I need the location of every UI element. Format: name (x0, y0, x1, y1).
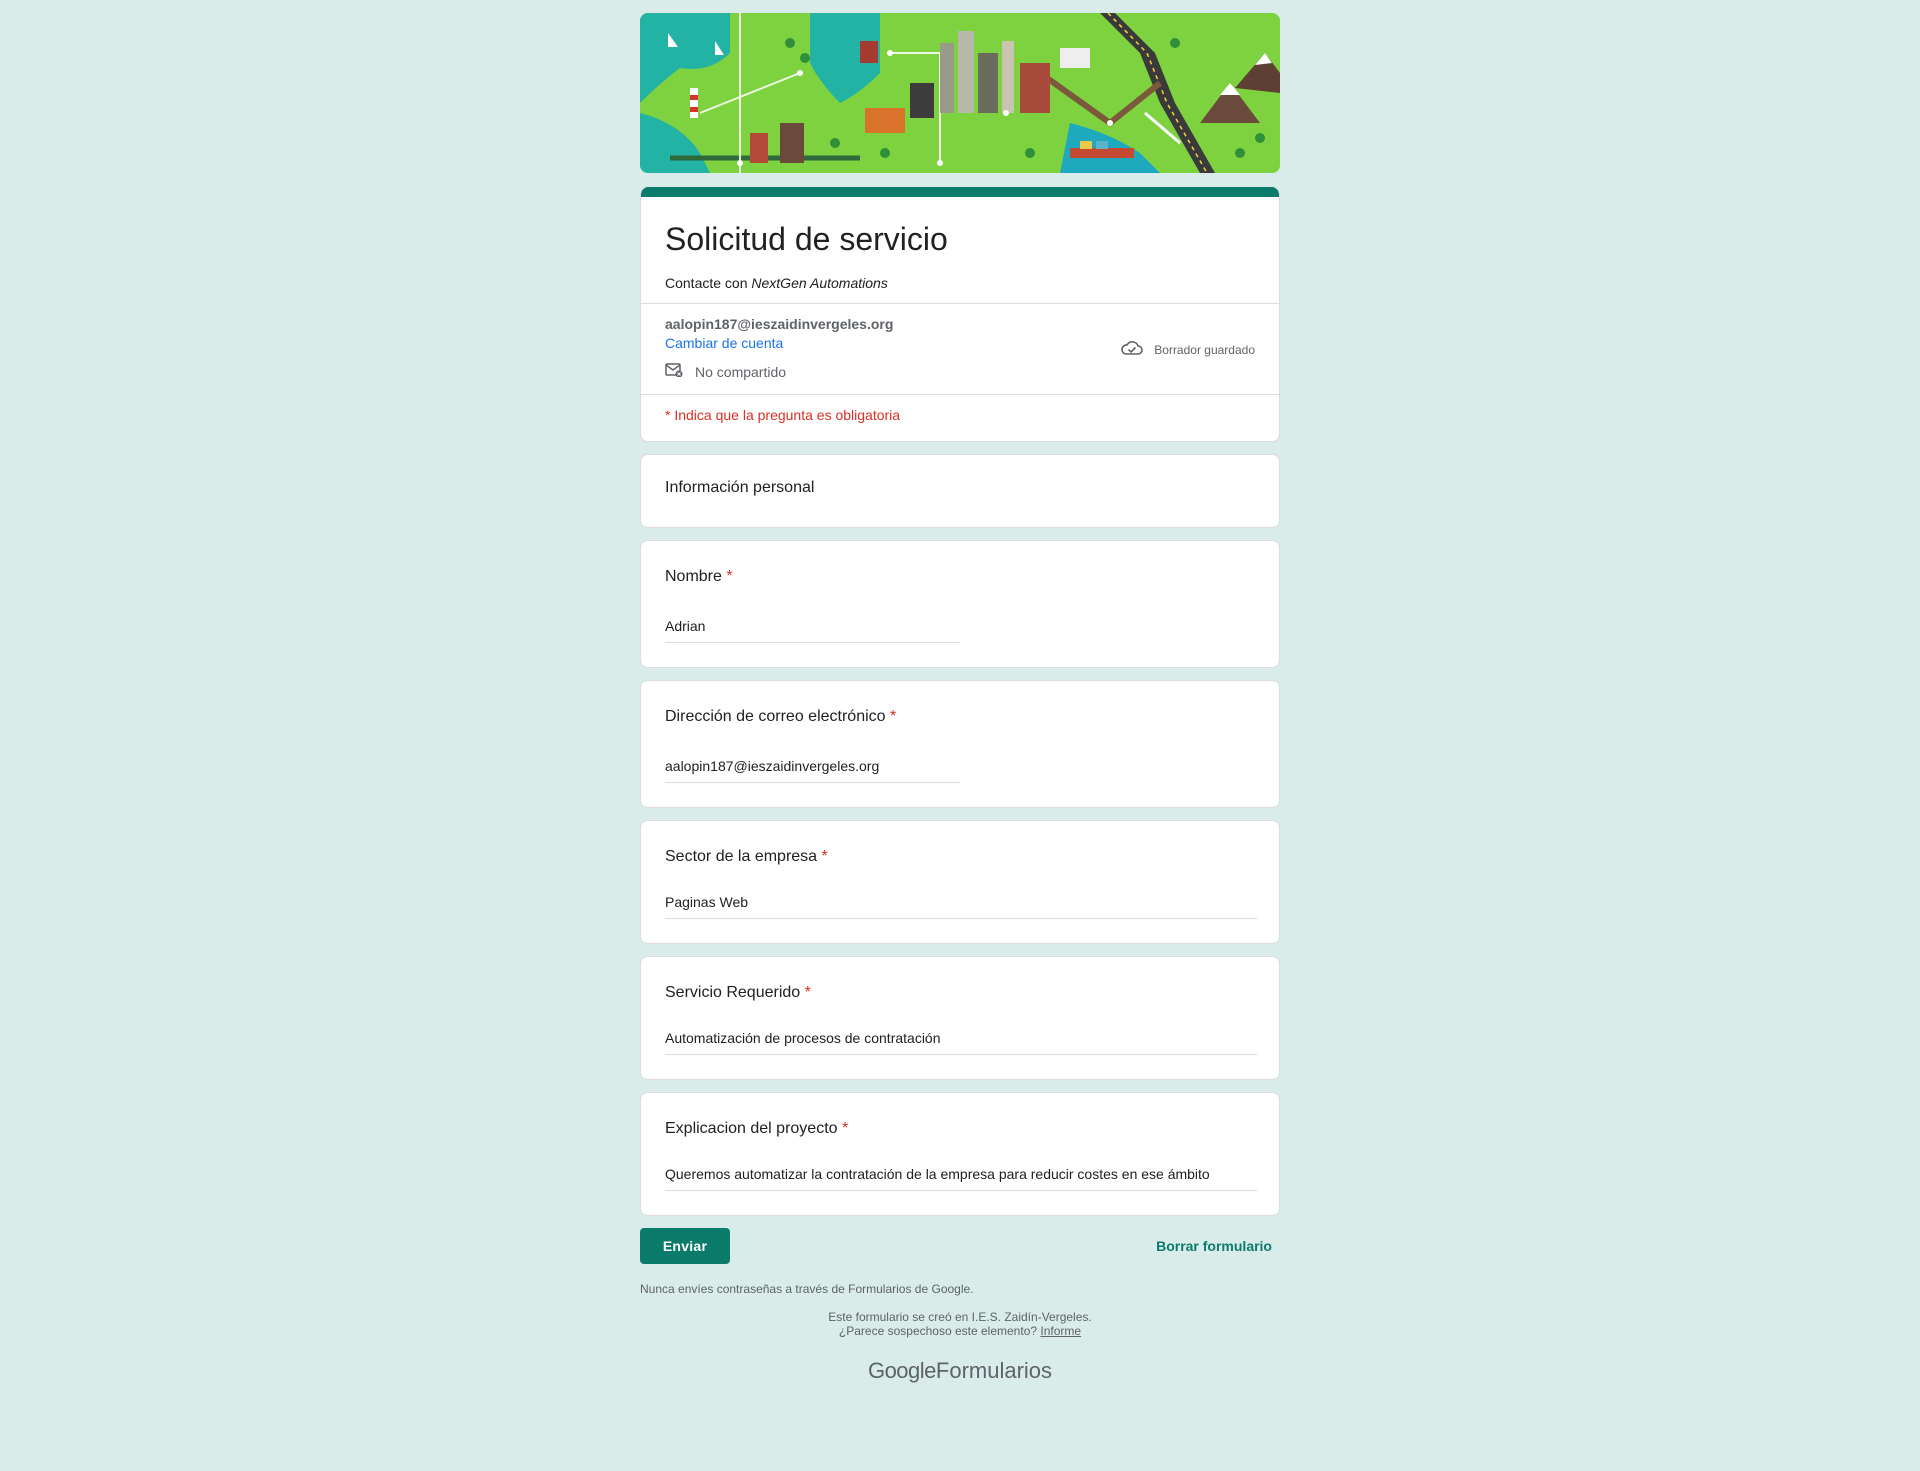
report-link[interactable]: Informe (1040, 1324, 1081, 1338)
question-title: Explicacion del proyecto * (665, 1117, 1255, 1141)
suspicious-question: ¿Parece sospechoso este elemento? (838, 1324, 1041, 1338)
not-shared-label: No compartido (695, 363, 787, 380)
question-card-email: Dirección de correo electrónico * aalopi… (640, 680, 1280, 808)
form-description-prefix: Contacte con (665, 275, 752, 291)
submit-button[interactable]: Enviar (640, 1228, 730, 1264)
question-label: Servicio Requerido (665, 984, 801, 1001)
question-label: Explicacion del proyecto (665, 1120, 838, 1137)
question-card-servicio: Servicio Requerido * Automatización de p… (640, 956, 1280, 1080)
account-info: aalopin187@ieszaidinvergeles.org Cambiar… (641, 304, 1279, 394)
question-card-nombre: Nombre * Adrian (640, 540, 1280, 668)
question-title: Servicio Requerido * (665, 981, 1255, 1005)
cloud-check-icon (1120, 340, 1144, 359)
section-title: Información personal (665, 479, 815, 496)
brand-google: Google (867, 1358, 936, 1383)
created-in-note: Este formulario se creó en I.E.S. Zaidín… (828, 1310, 1092, 1324)
footer-info: Este formulario se creó en I.E.S. Zaidín… (640, 1310, 1280, 1338)
required-asterisk: * (726, 568, 733, 585)
report-line: ¿Parece sospechoso este elemento? Inform… (640, 1324, 1280, 1338)
form-description: Contacte con NextGen Automations (665, 275, 1255, 291)
mail-off-icon (665, 363, 683, 380)
question-label: Sector de la empresa (665, 848, 818, 865)
section-card: Información personal (640, 454, 1280, 528)
sector-input[interactable]: Paginas Web (665, 893, 1257, 919)
accent-bar (641, 187, 1279, 197)
servicio-input[interactable]: Automatización de procesos de contrataci… (665, 1029, 1257, 1055)
required-asterisk: * (821, 848, 828, 865)
explicacion-input[interactable]: Queremos automatizar la contratación de … (665, 1165, 1257, 1191)
question-title: Dirección de correo electrónico * (665, 705, 1255, 729)
clear-form-button[interactable]: Borrar formulario (1156, 1238, 1272, 1254)
brand-product: Formularios (935, 1358, 1053, 1383)
account-email: aalopin187@ieszaidinvergeles.org (665, 316, 894, 332)
switch-account-link[interactable]: Cambiar de cuenta (665, 335, 783, 351)
nombre-input[interactable]: Adrian (665, 617, 960, 643)
form-title: Solicitud de servicio (665, 221, 948, 257)
question-card-explicacion: Explicacion del proyecto * Queremos auto… (640, 1092, 1280, 1216)
draft-status: Borrador guardado (1120, 340, 1255, 359)
required-asterisk: * (842, 1120, 849, 1137)
share-status: No compartido (665, 363, 1255, 380)
form-header-card: Solicitud de servicio Contacte con NextG… (640, 187, 1280, 442)
form-actions: Enviar Borrar formulario (640, 1228, 1280, 1264)
password-warning: Nunca envíes contraseñas a través de For… (640, 1282, 974, 1296)
header-banner-image (640, 13, 1280, 173)
question-title: Nombre * (665, 565, 1255, 589)
question-label: Dirección de correo electrónico (665, 708, 886, 725)
question-label: Nombre (665, 568, 722, 585)
required-asterisk: * (890, 708, 897, 725)
question-title: Sector de la empresa * (665, 845, 1255, 869)
question-card-sector: Sector de la empresa * Paginas Web (640, 820, 1280, 944)
form-container: Solicitud de servicio Contacte con NextG… (640, 0, 1280, 1384)
draft-saved-label: Borrador guardado (1154, 342, 1255, 357)
required-note: * Indica que la pregunta es obligatoria (665, 407, 901, 423)
required-asterisk: * (804, 984, 811, 1001)
google-forms-logo[interactable]: GoogleFormularios (640, 1358, 1280, 1384)
email-input[interactable]: aalopin187@ieszaidinvergeles.org (665, 757, 960, 783)
form-description-company: NextGen Automations (751, 275, 888, 291)
